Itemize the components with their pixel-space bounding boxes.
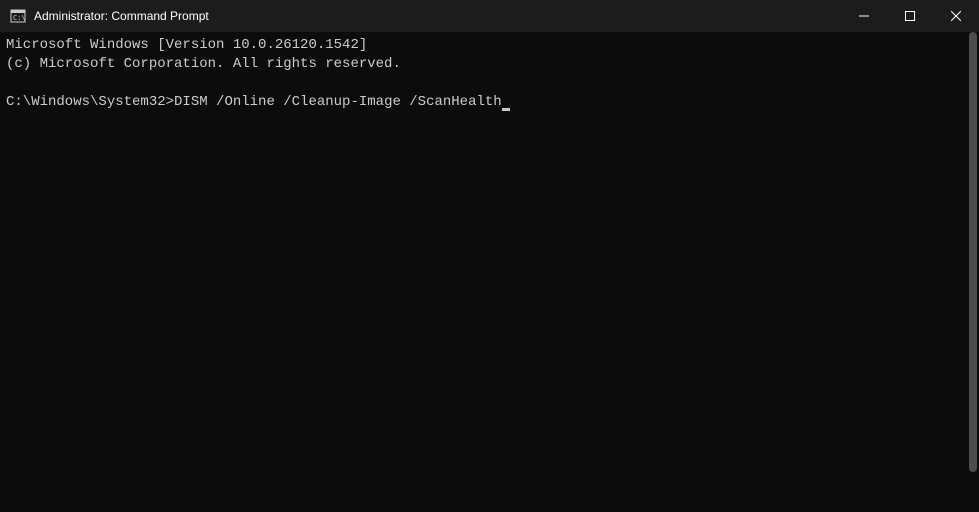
cursor-icon <box>502 108 510 111</box>
window-controls <box>841 0 979 32</box>
window-title: Administrator: Command Prompt <box>34 9 841 23</box>
command-input: DISM /Online /Cleanup-Image /ScanHealth <box>174 94 502 110</box>
cmd-icon: C:\ <box>10 8 26 24</box>
copyright-line: (c) Microsoft Corporation. All rights re… <box>6 56 401 72</box>
svg-text:C:\: C:\ <box>13 14 26 22</box>
minimize-button[interactable] <box>841 0 887 32</box>
terminal-output[interactable]: Microsoft Windows [Version 10.0.26120.15… <box>0 32 979 512</box>
version-line: Microsoft Windows [Version 10.0.26120.15… <box>6 37 367 53</box>
window-titlebar[interactable]: C:\ Administrator: Command Prompt <box>0 0 979 32</box>
maximize-button[interactable] <box>887 0 933 32</box>
close-button[interactable] <box>933 0 979 32</box>
vertical-scrollbar[interactable] <box>965 32 979 512</box>
scrollbar-thumb[interactable] <box>969 32 977 472</box>
prompt-path: C:\Windows\System32> <box>6 94 174 110</box>
